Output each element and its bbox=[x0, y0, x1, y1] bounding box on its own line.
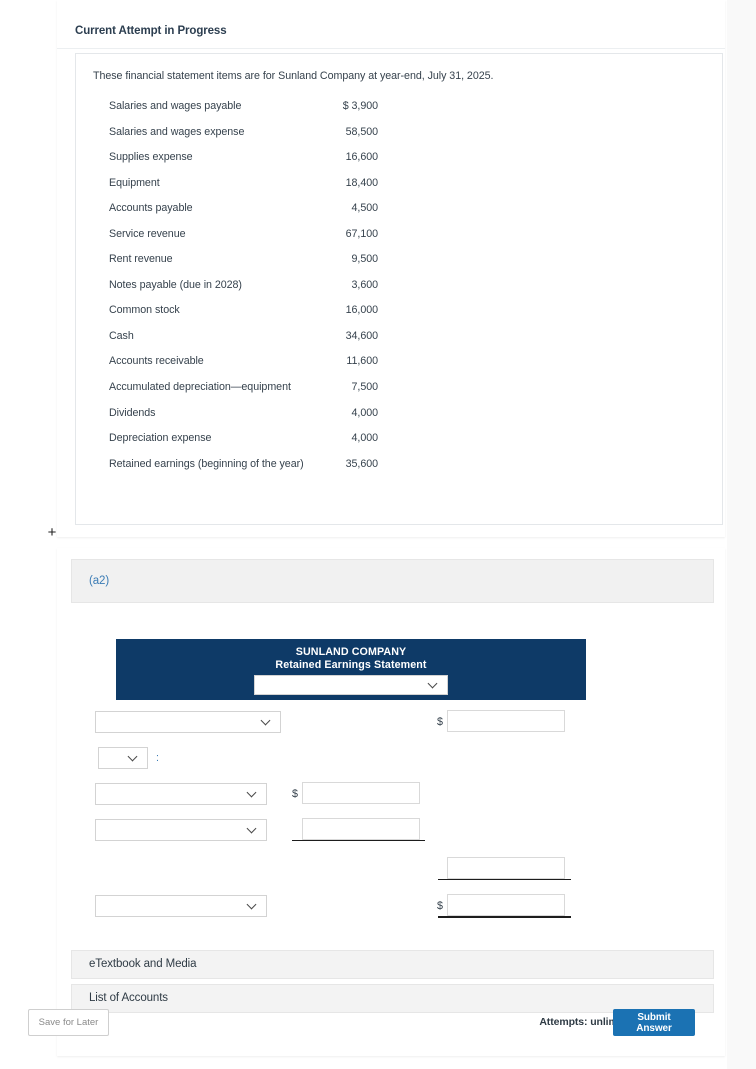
item-amount: 3,600 bbox=[351, 278, 379, 291]
financial-items-list: Salaries and wages payable $ 3,900 Salarie… bbox=[93, 100, 393, 483]
list-item: Depreciation expense 4,000 bbox=[93, 432, 393, 458]
chevron-down-icon bbox=[429, 680, 438, 689]
list-item: Common stock 16,000 bbox=[93, 304, 393, 330]
subtotal-rule-row-5 bbox=[438, 879, 571, 881]
item-amount: 9,500 bbox=[351, 253, 379, 266]
amount-input-row-1[interactable] bbox=[447, 710, 565, 732]
account-select-row-1[interactable] bbox=[95, 711, 281, 733]
item-amount: 16,000 bbox=[345, 304, 378, 317]
page-title: Current Attempt in Progress bbox=[75, 25, 227, 37]
list-item: Accumulated depreciation—equipment 7,500 bbox=[93, 381, 393, 407]
answer-card: (a2) SUNLAND COMPANY Retained Earnings S… bbox=[57, 548, 725, 1056]
item-label: Supplies expense bbox=[109, 151, 193, 164]
subtotal-rule-row-4 bbox=[292, 840, 425, 842]
item-label: Service revenue bbox=[109, 227, 186, 240]
list-item: Rent revenue 9,500 bbox=[93, 253, 393, 279]
currency-symbol-row-1: $ bbox=[437, 716, 443, 728]
section-label: (a2) bbox=[89, 575, 110, 587]
item-amount: 4,500 bbox=[351, 202, 379, 215]
amount-input-row-4[interactable] bbox=[302, 818, 420, 840]
problem-intro-text: These financial statement items are for … bbox=[93, 70, 494, 82]
problem-panel: These financial statement items are for … bbox=[75, 53, 723, 525]
item-amount: 34,600 bbox=[345, 329, 378, 342]
period-select[interactable] bbox=[254, 675, 448, 695]
item-amount: 4,000 bbox=[351, 406, 379, 419]
list-item: Notes payable (due in 2028) 3,600 bbox=[93, 279, 393, 305]
amount-input-row-5[interactable] bbox=[447, 857, 565, 879]
currency-symbol-row-6: $ bbox=[437, 900, 443, 912]
chevron-down-icon bbox=[248, 901, 257, 910]
chevron-down-icon bbox=[248, 789, 257, 798]
item-amount: 11,600 bbox=[346, 355, 378, 368]
etextbook-and-media-label: eTextbook and Media bbox=[89, 958, 197, 970]
item-label: Salaries and wages payable bbox=[109, 100, 242, 112]
list-item: Salaries and wages expense 58,500 bbox=[93, 126, 393, 152]
list-item: Supplies expense 16,600 bbox=[93, 151, 393, 177]
chevron-down-icon bbox=[248, 825, 257, 834]
item-amount: 18,400 bbox=[345, 176, 378, 189]
chevron-down-icon bbox=[129, 753, 138, 762]
amount-input-row-6[interactable] bbox=[447, 894, 565, 916]
list-of-accounts-label: List of Accounts bbox=[89, 992, 168, 1004]
total-rule-row-6 bbox=[438, 916, 571, 919]
account-select-row-6[interactable] bbox=[95, 895, 267, 917]
expand-plus-icon[interactable]: + bbox=[45, 525, 59, 541]
list-item: Cash 34,600 bbox=[93, 330, 393, 356]
submit-answer-button[interactable]: Submit Answer bbox=[613, 1009, 695, 1036]
item-label: Rent revenue bbox=[109, 253, 173, 266]
statement-company-name: SUNLAND COMPANY bbox=[295, 646, 407, 658]
account-select-row-4[interactable] bbox=[95, 819, 267, 841]
item-amount: $ 3,900 bbox=[342, 100, 378, 112]
list-item: Retained earnings (beginning of the year… bbox=[93, 458, 393, 484]
item-amount: 67,100 bbox=[345, 227, 378, 240]
item-amount: 16,600 bbox=[345, 151, 378, 164]
item-label: Salaries and wages expense bbox=[109, 125, 245, 138]
colon-separator: : bbox=[156, 752, 159, 764]
chevron-down-icon bbox=[262, 717, 271, 726]
statement-header: SUNLAND COMPANY Retained Earnings Statem… bbox=[116, 639, 586, 700]
item-label: Common stock bbox=[109, 304, 180, 317]
card-header: Current Attempt in Progress bbox=[57, 0, 725, 49]
list-item: Service revenue 67,100 bbox=[93, 228, 393, 254]
item-label: Accounts payable bbox=[109, 202, 193, 215]
item-label: Depreciation expense bbox=[109, 432, 212, 445]
statement-title: Retained Earnings Statement bbox=[275, 659, 427, 671]
item-amount: 35,600 bbox=[345, 457, 378, 470]
page-gutter-right bbox=[727, 0, 756, 1069]
list-item: Accounts payable 4,500 bbox=[93, 202, 393, 228]
account-select-row-3[interactable] bbox=[95, 783, 267, 805]
subsection-select-row-2[interactable] bbox=[98, 747, 148, 769]
item-label: Notes payable (due in 2028) bbox=[109, 278, 242, 291]
save-for-later-button[interactable]: Save for Later bbox=[28, 1009, 109, 1036]
item-label: Dividends bbox=[109, 406, 156, 419]
list-item: Accounts receivable 11,600 bbox=[93, 355, 393, 381]
list-item: Salaries and wages payable $ 3,900 bbox=[93, 100, 393, 126]
section-header: (a2) bbox=[71, 559, 714, 603]
currency-symbol-row-3: $ bbox=[292, 788, 298, 800]
item-label: Equipment bbox=[109, 176, 160, 189]
item-amount: 4,000 bbox=[351, 432, 379, 445]
item-label: Accumulated depreciation—equipment bbox=[109, 381, 291, 394]
item-amount: 58,500 bbox=[345, 125, 378, 138]
page-root: Current Attempt in Progress These financ… bbox=[0, 0, 756, 1069]
list-item: Dividends 4,000 bbox=[93, 407, 393, 433]
item-label: Retained earnings (beginning of the year… bbox=[109, 457, 304, 470]
item-amount: 7,500 bbox=[351, 381, 379, 394]
list-item: Equipment 18,400 bbox=[93, 177, 393, 203]
current-attempt-card: Current Attempt in Progress These financ… bbox=[57, 0, 725, 537]
item-label: Accounts receivable bbox=[109, 355, 204, 368]
item-label: Cash bbox=[109, 329, 134, 342]
etextbook-and-media-bar[interactable]: eTextbook and Media bbox=[71, 950, 714, 979]
amount-input-row-3[interactable] bbox=[302, 782, 420, 804]
